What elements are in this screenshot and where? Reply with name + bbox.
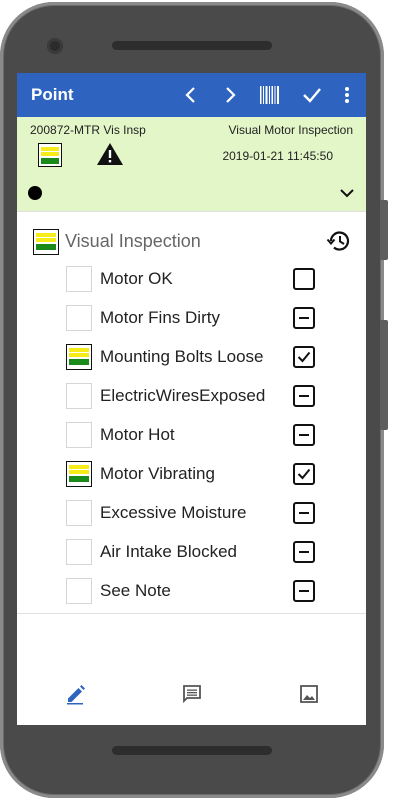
- checkbox-checked[interactable]: [293, 346, 315, 368]
- list-item[interactable]: Motor Hot: [17, 415, 366, 454]
- status-dot-icon: [28, 186, 42, 200]
- divider: [17, 613, 366, 614]
- more-vert-icon[interactable]: [335, 83, 359, 107]
- empty-status-box: [66, 578, 92, 604]
- alarm-status-icon: [66, 344, 92, 370]
- checkbox-indeterminate[interactable]: [293, 385, 315, 407]
- point-datetime: 2019-01-21 11:45:50: [222, 149, 333, 163]
- list-item[interactable]: Air Intake Blocked: [17, 532, 366, 571]
- item-label: Excessive Moisture: [100, 503, 247, 522]
- bottom-speaker: [112, 746, 272, 755]
- checkbox-indeterminate[interactable]: [293, 307, 315, 329]
- app-screen: Point 200872-MTR Vis Insp Visual Motor I: [17, 73, 366, 725]
- list-item[interactable]: ElectricWiresExposed: [17, 376, 366, 415]
- item-label: Motor Fins Dirty: [100, 308, 220, 327]
- app-bar-title: Point: [31, 85, 74, 104]
- list-item[interactable]: Motor Fins Dirty: [17, 298, 366, 337]
- alarm-status-icon: [38, 143, 62, 167]
- list-item[interactable]: See Note: [17, 571, 366, 610]
- item-label: See Note: [100, 581, 171, 600]
- volume-button: [380, 320, 388, 430]
- edit-icon[interactable]: [65, 683, 87, 705]
- empty-status-box: [66, 305, 92, 331]
- checkbox-checked[interactable]: [293, 463, 315, 485]
- section-title: Visual Inspection: [65, 231, 201, 251]
- point-header[interactable]: 200872-MTR Vis Insp Visual Motor Inspect…: [17, 117, 366, 211]
- chevron-down-icon[interactable]: [338, 184, 356, 202]
- chevron-right-icon[interactable]: [218, 83, 242, 107]
- checkbox-unchecked[interactable]: [293, 268, 315, 290]
- barcode-icon[interactable]: [258, 83, 282, 107]
- item-label: Air Intake Blocked: [100, 542, 238, 561]
- empty-status-box: [66, 383, 92, 409]
- empty-status-box: [66, 539, 92, 565]
- item-label: Mounting Bolts Loose: [100, 347, 264, 366]
- checkbox-indeterminate[interactable]: [293, 541, 315, 563]
- checkbox-indeterminate[interactable]: [293, 502, 315, 524]
- divider: [17, 211, 366, 212]
- chevron-left-icon[interactable]: [179, 83, 203, 107]
- image-icon[interactable]: [298, 683, 320, 705]
- list-item[interactable]: Excessive Moisture: [17, 493, 366, 532]
- empty-status-box: [66, 422, 92, 448]
- history-icon[interactable]: [326, 228, 352, 254]
- power-button: [380, 200, 388, 260]
- item-label: ElectricWiresExposed: [100, 386, 266, 405]
- empty-status-box: [66, 500, 92, 526]
- empty-status-box: [66, 266, 92, 292]
- list-item[interactable]: Motor Vibrating: [17, 454, 366, 493]
- point-code: 200872-MTR Vis Insp: [30, 123, 146, 137]
- comment-icon[interactable]: [181, 683, 203, 705]
- list-item[interactable]: Mounting Bolts Loose: [17, 337, 366, 376]
- alarm-status-icon: [66, 461, 92, 487]
- checkbox-indeterminate[interactable]: [293, 580, 315, 602]
- front-camera: [47, 38, 63, 54]
- item-label: Motor Vibrating: [100, 464, 215, 483]
- item-label: Motor Hot: [100, 425, 175, 444]
- checkbox-indeterminate[interactable]: [293, 424, 315, 446]
- section-status-icon: [33, 229, 59, 255]
- point-name: Visual Motor Inspection: [228, 123, 353, 137]
- check-icon[interactable]: [300, 83, 324, 107]
- list-item[interactable]: Motor OK: [17, 259, 366, 298]
- warning-icon: [97, 143, 123, 165]
- app-bar: Point: [17, 73, 366, 117]
- item-label: Motor OK: [100, 269, 173, 288]
- earpiece-speaker: [112, 41, 272, 50]
